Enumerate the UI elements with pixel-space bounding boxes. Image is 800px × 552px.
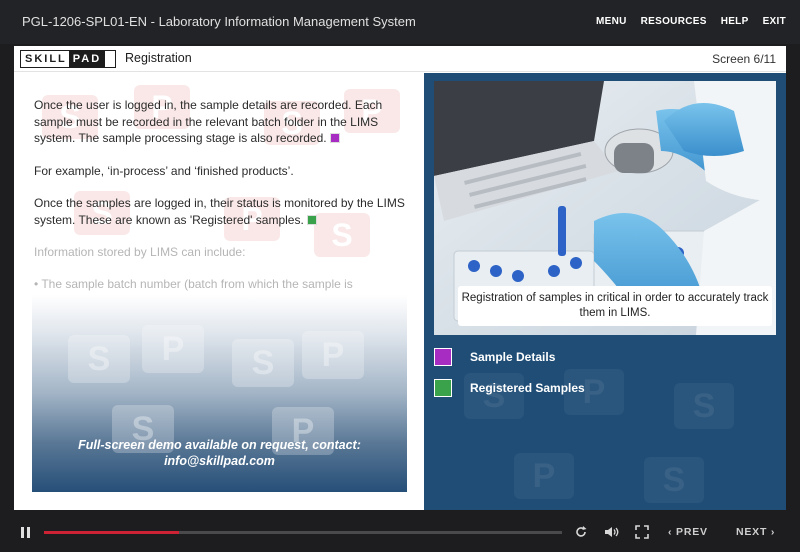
watermark-icon: S: [674, 383, 734, 429]
watermark-icon: S: [68, 335, 130, 383]
pause-button[interactable]: [20, 526, 32, 539]
bullet-text: The sample batch number (batch from whic…: [41, 277, 353, 291]
top-bar: PGL-1206-SPL01-EN - Laboratory Informati…: [0, 0, 800, 44]
demo-message-line: Full-screen demo available on request, c…: [78, 438, 361, 452]
help-button[interactable]: HELP: [721, 16, 749, 27]
logo-pad-text: PAD: [68, 51, 106, 67]
purple-swatch-icon: [434, 348, 452, 366]
fullscreen-icon: [635, 525, 649, 539]
content-panel: S P S P S P S Once the user is logged in…: [14, 73, 424, 510]
paragraph-info-intro: Information stored by LIMS can include:: [34, 245, 246, 259]
paragraph-sample-details: Once the user is logged in, the sample d…: [34, 97, 406, 147]
replay-icon: [576, 526, 587, 537]
pause-icon: [21, 527, 30, 538]
demo-contact-email[interactable]: info@skillpad.com: [32, 453, 407, 469]
replay-button[interactable]: [574, 525, 588, 539]
demo-overlay: S P S P S P Full-screen demo available o…: [32, 295, 407, 492]
legend-label: Registered Samples: [470, 381, 585, 395]
top-menu: MENU RESOURCES HELP EXIT: [596, 16, 786, 27]
screen-header: SKILL PAD Registration Screen 6/11: [14, 46, 786, 72]
watermark-icon: S: [232, 339, 294, 387]
volume-button[interactable]: [604, 525, 620, 539]
logo-skill-text: SKILL: [25, 53, 67, 65]
watermark-icon: P: [302, 331, 364, 379]
next-button[interactable]: NEXT ›: [736, 526, 775, 538]
fullscreen-button[interactable]: [635, 525, 649, 539]
chevron-right-icon: ›: [767, 526, 776, 538]
course-frame: SKILL PAD Registration Screen 6/11 S P S…: [14, 46, 786, 510]
watermark-icon: P: [142, 325, 204, 373]
progress-bar[interactable]: [44, 531, 562, 534]
exit-button[interactable]: EXIT: [763, 16, 786, 27]
menu-button[interactable]: MENU: [596, 16, 627, 27]
volume-icon: [605, 527, 619, 537]
green-marker-icon: [306, 214, 317, 225]
paragraph-example: For example, ‘in-process’ and ‘finished …: [34, 164, 294, 178]
player-bar: ‹ PREV NEXT ›: [0, 514, 800, 552]
progress-fill: [44, 531, 179, 534]
skillpad-logo: SKILL PAD: [20, 50, 116, 68]
resources-button[interactable]: RESOURCES: [641, 16, 707, 27]
next-label: NEXT: [736, 526, 768, 538]
legend-sample-details[interactable]: Sample Details: [434, 348, 555, 366]
media-panel: S P S P S Registration of samples in cri…: [424, 73, 786, 510]
purple-marker-icon: [329, 133, 340, 143]
demo-message: Full-screen demo available on request, c…: [32, 437, 407, 469]
green-swatch-icon: [434, 379, 452, 397]
paragraph-text: Once the samples are logged in, their st…: [34, 196, 405, 227]
watermark-icon: P: [514, 453, 574, 499]
bullet-item: • The sample batch number (batch from wh…: [34, 276, 406, 293]
legend-registered-samples[interactable]: Registered Samples: [434, 379, 585, 397]
chevron-left-icon: ‹: [668, 526, 677, 538]
section-title: Registration: [125, 51, 192, 65]
watermark-icon: S: [644, 457, 704, 503]
photo-caption: Registration of samples in critical in o…: [458, 286, 772, 326]
course-title: PGL-1206-SPL01-EN - Laboratory Informati…: [22, 14, 416, 29]
legend-label: Sample Details: [470, 350, 556, 364]
lab-scanner-photo: Registration of samples in critical in o…: [434, 81, 776, 335]
paragraph-registered: Once the samples are logged in, their st…: [34, 195, 406, 228]
prev-button[interactable]: ‹ PREV: [668, 526, 708, 538]
screen-counter: Screen 6/11: [712, 52, 776, 66]
prev-label: PREV: [676, 526, 708, 538]
